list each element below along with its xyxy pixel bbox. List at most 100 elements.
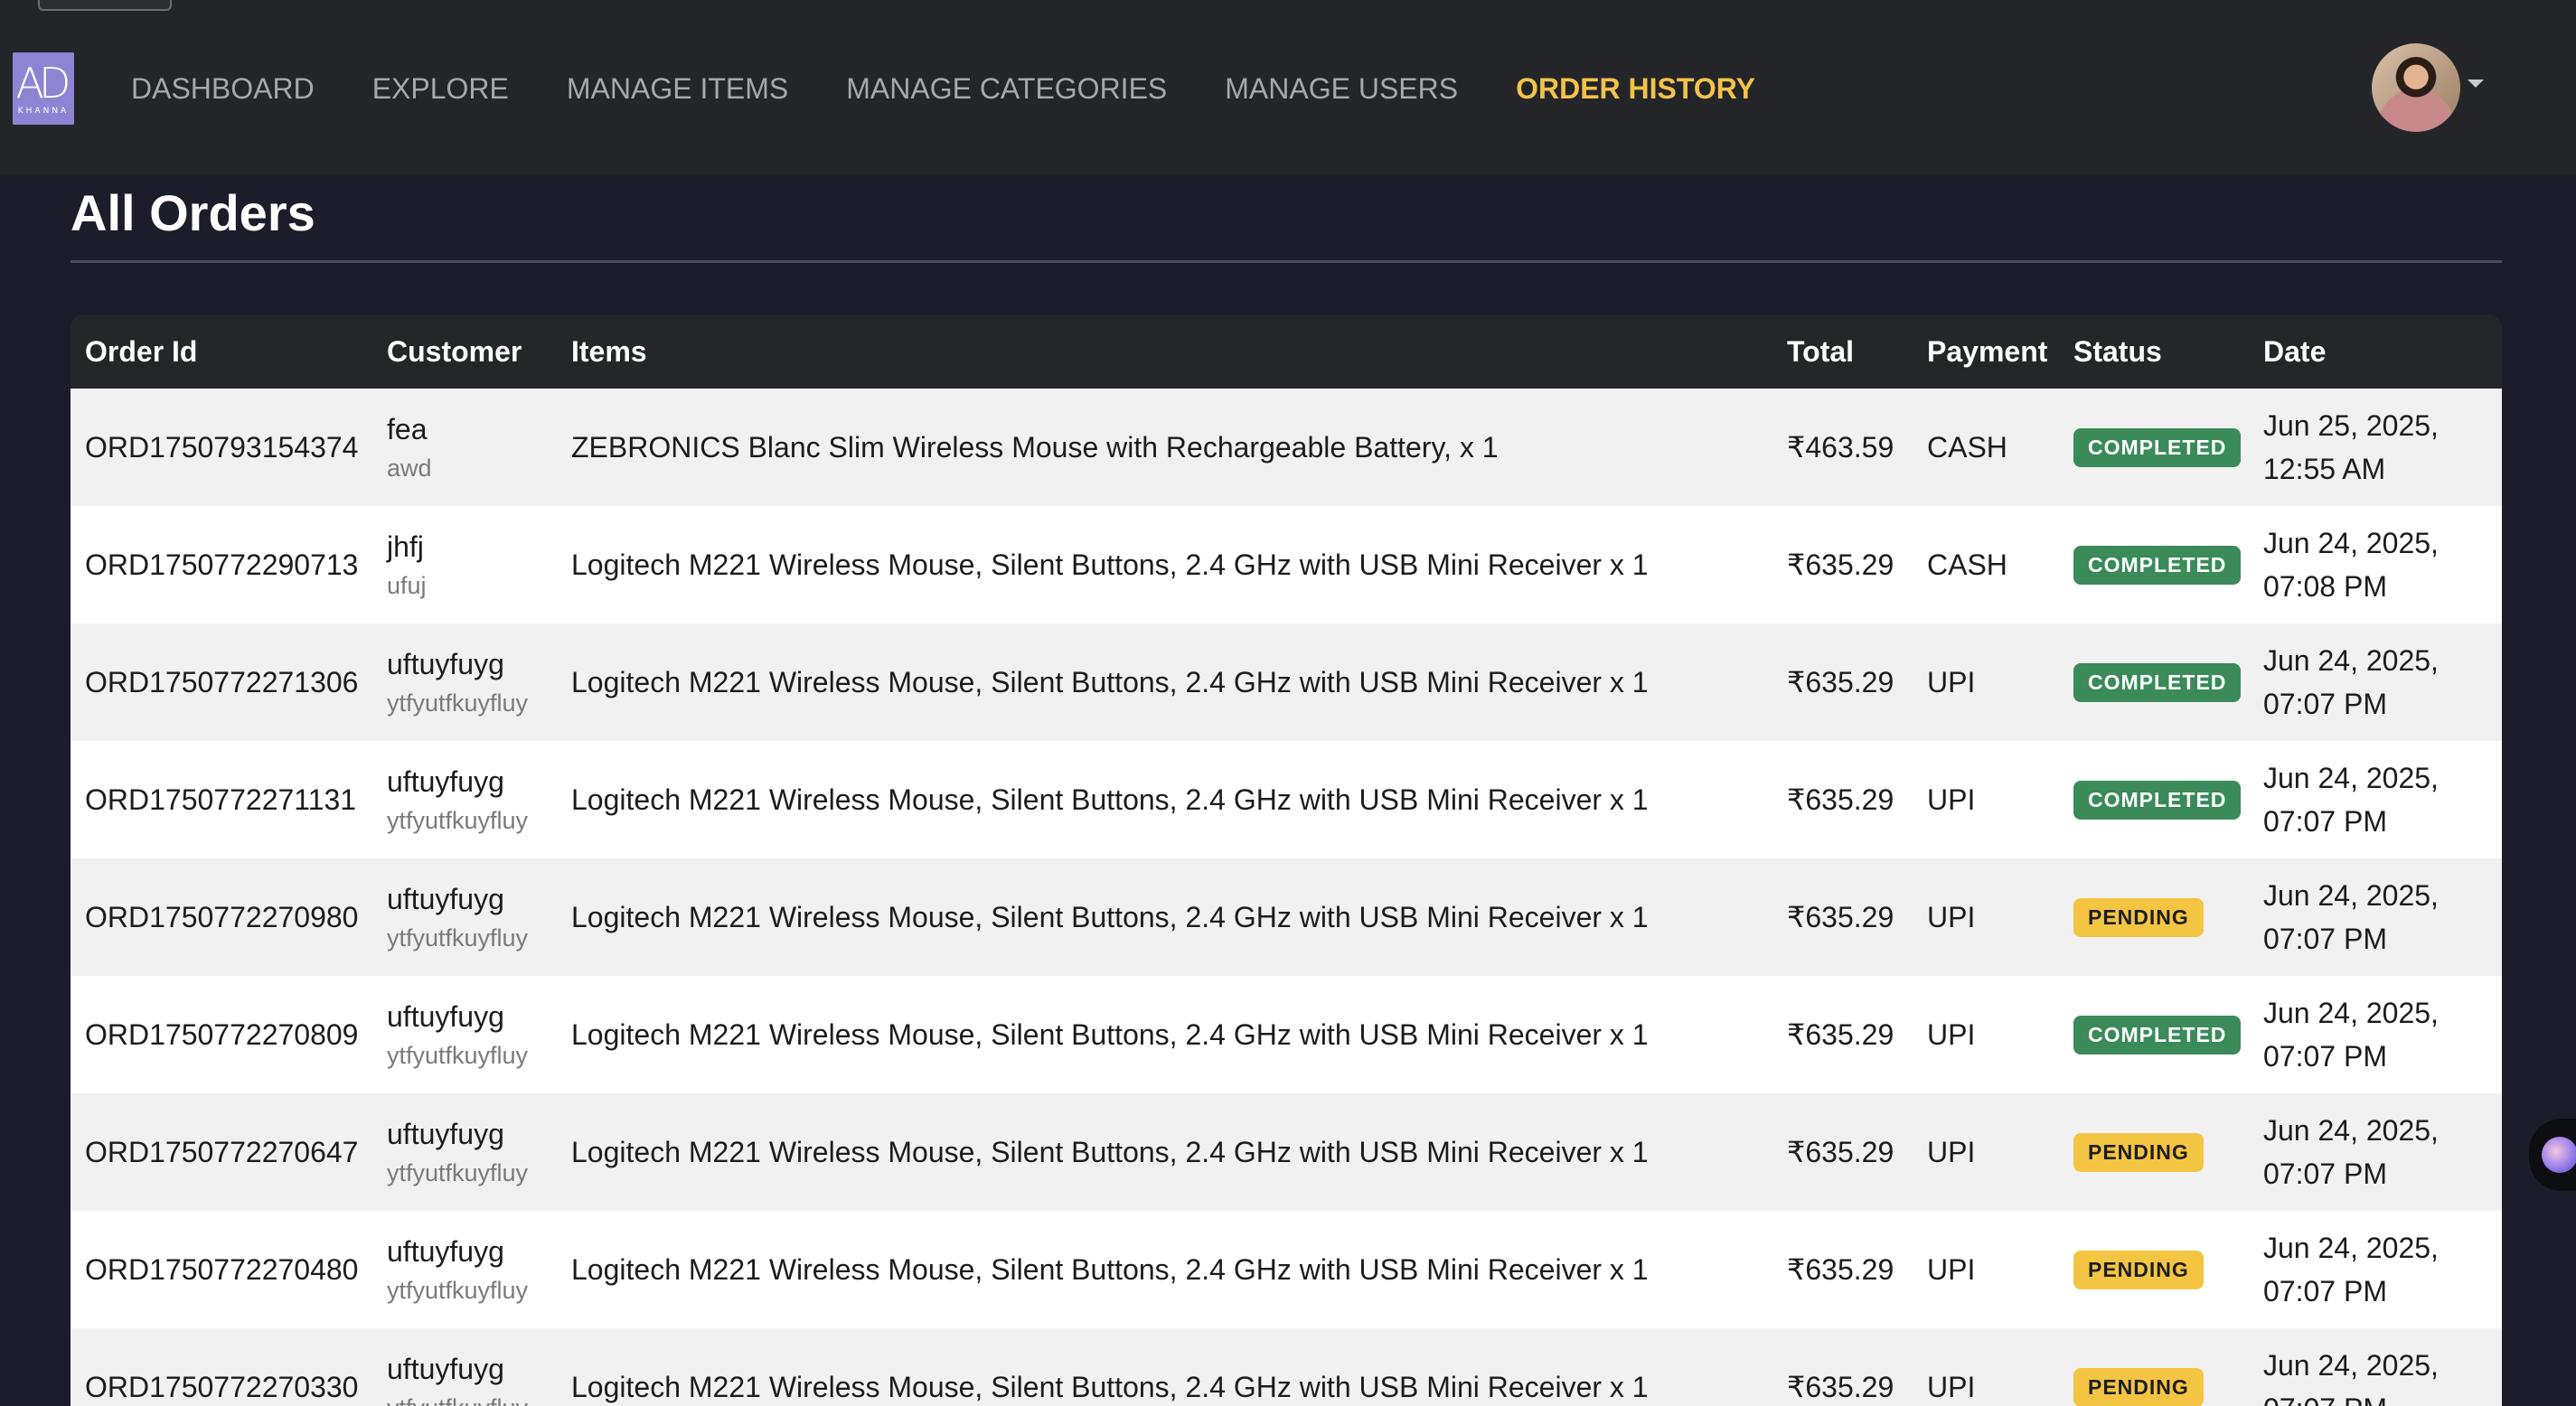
chevron-down-icon[interactable]: [2468, 80, 2484, 88]
table-row[interactable]: ORD1750793154374 fea awd ZEBRONICS Blanc…: [71, 389, 2502, 506]
customer-detail: ufuj: [387, 572, 427, 599]
time-line: 07:07 PM: [2263, 805, 2387, 838]
date-cell: Jun 24, 2025, 07:08 PM: [2249, 506, 2502, 623]
items-cell: Logitech M221 Wireless Mouse, Silent But…: [571, 783, 1649, 816]
status-cell: COMPLETED: [2059, 623, 2249, 741]
top-tab-chip[interactable]: [38, 0, 172, 11]
customer-detail: ytfyutfkuyfluy: [387, 689, 529, 717]
order-id-cell: ORD1750772290713: [85, 548, 359, 581]
customer-name: jhfj: [387, 530, 424, 563]
table-row[interactable]: ORD1750772271131 uftuyfuyg ytfyutfkuyflu…: [71, 741, 2502, 858]
customer-cell: uftuyfuyg ytfyutfkuyfluy: [372, 1093, 557, 1211]
nav-explore[interactable]: EXPLORE: [372, 72, 509, 106]
time-line: 07:07 PM: [2263, 1158, 2387, 1190]
customer-name: fea: [387, 413, 428, 445]
date-line: Jun 24, 2025,: [2263, 644, 2439, 677]
logo-subtext: KHANNA: [17, 107, 70, 116]
time-line: 07:07 PM: [2263, 1275, 2387, 1308]
total-cell: ₹463.59: [1787, 431, 1894, 464]
total-cell: ₹635.29: [1787, 783, 1894, 816]
total-cell: ₹635.29: [1787, 1018, 1894, 1051]
header-payment: Payment: [1927, 334, 2048, 368]
date-line: Jun 24, 2025,: [2263, 1114, 2439, 1147]
customer-cell: uftuyfuyg ytfyutfkuyfluy: [372, 858, 557, 976]
table-row[interactable]: ORD1750772270647 uftuyfuyg ytfyutfkuyflu…: [71, 1093, 2502, 1211]
time-line: 07:07 PM: [2263, 1392, 2387, 1406]
status-badge: COMPLETED: [2073, 662, 2242, 702]
floating-chat-widget[interactable]: [2529, 1119, 2576, 1191]
date-line: Jun 24, 2025,: [2263, 879, 2439, 912]
status-cell: COMPLETED: [2059, 976, 2249, 1093]
customer-detail: ytfyutfkuyfluy: [387, 1390, 542, 1406]
table-row[interactable]: ORD1750772270980 uftuyfuyg ytfyutfkuyflu…: [71, 858, 2502, 976]
status-cell: PENDING: [2059, 858, 2249, 976]
items-cell: Logitech M221 Wireless Mouse, Silent But…: [571, 665, 1649, 698]
customer-cell: jhfj ufuj: [372, 506, 557, 623]
top-navbar: AD KHANNA DASHBOARD EXPLORE MANAGE ITEMS…: [0, 0, 2576, 175]
time-line: 07:07 PM: [2263, 923, 2387, 955]
customer-cell: uftuyfuyg ytfyutfkuyfluy: [372, 1211, 557, 1328]
customer-name: uftuyfuyg: [387, 1235, 504, 1268]
items-cell: Logitech M221 Wireless Mouse, Silent But…: [571, 1252, 1649, 1286]
order-id-cell: ORD1750793154374: [85, 430, 359, 464]
customer-cell: uftuyfuyg ytfyutfkuyfluy: [372, 976, 557, 1093]
status-cell: COMPLETED: [2059, 506, 2249, 623]
payment-cell: UPI: [1927, 665, 1976, 698]
payment-cell: UPI: [1927, 1252, 1976, 1286]
items-cell: Logitech M221 Wireless Mouse, Silent But…: [571, 1135, 1649, 1168]
table-row[interactable]: ORD1750772290713 jhfj ufuj Logitech M221…: [71, 506, 2502, 623]
orders-table-container: Order Id Customer Items Total Payment St…: [71, 314, 2502, 1406]
date-line: Jun 24, 2025,: [2263, 762, 2439, 794]
customer-detail: ytfyutfkuyfluy: [387, 807, 529, 834]
status-cell: COMPLETED: [2059, 389, 2249, 506]
nav-order-history[interactable]: ORDER HISTORY: [1516, 72, 1755, 106]
payment-cell: CASH: [1927, 548, 2007, 581]
date-cell: Jun 24, 2025, 07:07 PM: [2249, 976, 2502, 1093]
date-line: Jun 24, 2025,: [2263, 1232, 2439, 1264]
customer-detail: ytfyutfkuyfluy: [387, 924, 529, 951]
customer-detail: ytfyutfkuyfluy: [387, 1159, 529, 1186]
brand-logo[interactable]: AD KHANNA: [13, 52, 74, 125]
nav-manage-users[interactable]: MANAGE USERS: [1225, 72, 1458, 106]
status-badge: PENDING: [2073, 1367, 2204, 1406]
date-cell: Jun 24, 2025, 07:07 PM: [2249, 1211, 2502, 1328]
header-total: Total: [1787, 334, 1855, 368]
customer-name: uftuyfuyg: [387, 1353, 504, 1385]
status-cell: PENDING: [2059, 1328, 2249, 1406]
status-badge: COMPLETED: [2073, 1015, 2242, 1054]
table-row[interactable]: ORD1750772270330 uftuyfuyg ytfyutfkuyflu…: [71, 1328, 2502, 1406]
total-cell: ₹635.29: [1787, 1136, 1894, 1168]
header-date: Date: [2263, 334, 2327, 368]
nav-manage-categories[interactable]: MANAGE CATEGORIES: [846, 72, 1167, 106]
time-line: 07:07 PM: [2263, 1040, 2387, 1073]
customer-name: uftuyfuyg: [387, 648, 504, 680]
nav-dashboard[interactable]: DASHBOARD: [131, 72, 315, 106]
total-cell: ₹635.29: [1787, 1371, 1894, 1403]
user-avatar[interactable]: [2372, 43, 2460, 132]
status-badge: COMPLETED: [2073, 427, 2242, 467]
payment-cell: UPI: [1927, 783, 1976, 816]
nav-manage-items[interactable]: MANAGE ITEMS: [567, 72, 788, 106]
table-row[interactable]: ORD1750772270480 uftuyfuyg ytfyutfkuyflu…: [71, 1211, 2502, 1328]
table-header-row: Order Id Customer Items Total Payment St…: [71, 314, 2502, 389]
date-cell: Jun 24, 2025, 07:07 PM: [2249, 623, 2502, 741]
payment-cell: UPI: [1927, 1135, 1976, 1168]
customer-detail: ytfyutfkuyfluy: [387, 1042, 529, 1069]
total-cell: ₹635.29: [1787, 901, 1894, 933]
customer-detail: ytfyutfkuyfluy: [387, 1277, 529, 1304]
order-id-cell: ORD1750772270647: [85, 1135, 359, 1168]
title-divider: [71, 260, 2502, 263]
customer-name: uftuyfuyg: [387, 1118, 504, 1150]
date-line: Jun 24, 2025,: [2263, 527, 2439, 559]
table-row[interactable]: ORD1750772270809 uftuyfuyg ytfyutfkuyflu…: [71, 976, 2502, 1093]
main-nav: DASHBOARD EXPLORE MANAGE ITEMS MANAGE CA…: [131, 65, 1813, 112]
header-customer: Customer: [387, 334, 522, 368]
customer-cell: uftuyfuyg ytfyutfkuyfluy: [372, 1328, 557, 1406]
payment-cell: CASH: [1927, 430, 2007, 464]
table-row[interactable]: ORD1750772271306 uftuyfuyg ytfyutfkuyflu…: [71, 623, 2502, 741]
date-cell: Jun 24, 2025, 07:07 PM: [2249, 858, 2502, 976]
status-badge: COMPLETED: [2073, 780, 2242, 820]
payment-cell: UPI: [1927, 900, 1976, 933]
order-id-cell: ORD1750772271306: [85, 665, 359, 698]
customer-cell: uftuyfuyg ytfyutfkuyfluy: [372, 623, 557, 741]
